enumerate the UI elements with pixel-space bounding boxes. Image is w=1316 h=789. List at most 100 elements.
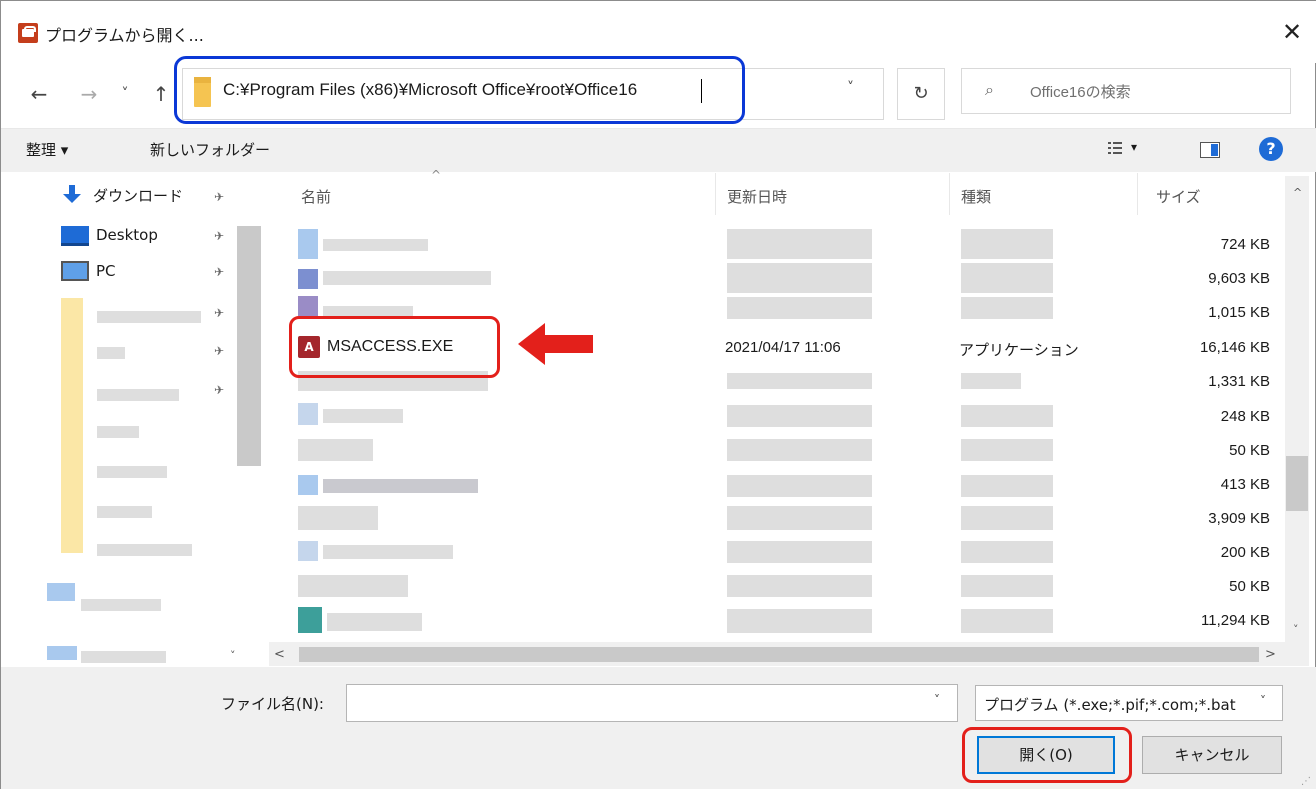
blurred-file-name — [323, 306, 413, 316]
blurred-file-icon — [298, 229, 318, 259]
blurred-file-type — [961, 297, 1053, 319]
file-list-vscrollbar[interactable] — [1285, 176, 1309, 642]
cancel-button[interactable]: キャンセル — [1142, 736, 1282, 774]
nav-item-pc[interactable]: PC — [96, 262, 116, 280]
blurred-file-name — [327, 613, 422, 631]
blurred-file-date — [727, 229, 872, 259]
column-header-type[interactable]: 種類 — [961, 186, 991, 207]
blurred-file-type — [961, 439, 1053, 461]
view-dropdown-icon[interactable]: ▾ — [1131, 140, 1137, 154]
file-type-filter[interactable]: プログラム (*.exe;*.pif;*.com;*.bat — [975, 685, 1283, 721]
file-size: 11,294 KB — [1201, 612, 1270, 629]
desktop-icon — [61, 226, 89, 246]
pc-icon — [61, 261, 89, 281]
column-header-modified[interactable]: 更新日時 — [727, 186, 787, 207]
blurred-file-icon — [298, 607, 322, 633]
blurred-file-date — [727, 575, 872, 597]
filename-label: ファイル名(N): — [221, 695, 324, 713]
scroll-down-icon[interactable]: ˅ — [1293, 623, 1299, 636]
column-divider[interactable] — [1137, 173, 1138, 215]
blurred-file-type — [961, 609, 1053, 633]
blurred-file-icon — [298, 541, 318, 561]
new-folder-button[interactable]: 新しいフォルダー — [150, 139, 270, 160]
address-dropdown-icon[interactable]: ˅ — [847, 80, 854, 96]
download-arrow-icon — [63, 185, 81, 203]
preview-pane-icon[interactable] — [1200, 142, 1220, 158]
blurred-nav-item — [81, 599, 161, 611]
blurred-nav-item — [97, 311, 201, 323]
address-highlight-annotation — [174, 56, 745, 124]
filename-dropdown-icon[interactable]: ˅ — [934, 693, 940, 707]
column-divider[interactable] — [949, 173, 950, 215]
column-header-size[interactable]: サイズ — [1156, 186, 1201, 207]
close-icon[interactable]: ✕ — [1277, 17, 1307, 47]
blurred-file-icon — [298, 296, 318, 316]
open-button-highlight-annotation — [962, 727, 1132, 783]
pin-icon: ✈ — [214, 190, 225, 204]
blurred-file-type — [961, 506, 1053, 530]
blurred-network-icon — [47, 646, 77, 660]
blurred-file-icon — [298, 403, 318, 425]
blurred-file-row — [298, 506, 378, 530]
file-size: 200 KB — [1220, 544, 1270, 561]
up-arrow-icon[interactable]: ↑ — [149, 81, 173, 107]
column-header-name[interactable]: 名前 — [301, 186, 331, 207]
blurred-file-date — [727, 405, 872, 427]
blurred-file-type — [961, 541, 1053, 563]
nav-item-desktop[interactable]: Desktop — [96, 226, 158, 244]
organize-menu[interactable]: 整理 ▾ — [26, 139, 68, 160]
history-chevron-icon[interactable]: ˅ — [113, 81, 137, 107]
pin-icon: ✈ — [214, 229, 225, 243]
file-type-msaccess: アプリケーション — [959, 341, 1079, 359]
pin-icon: ✈ — [214, 265, 225, 279]
file-size: 248 KB — [1220, 408, 1270, 425]
scroll-up-icon[interactable]: ^ — [1293, 186, 1302, 199]
blurred-file-date — [727, 297, 872, 319]
file-size: 1,015 KB — [1208, 304, 1270, 321]
view-options-icon[interactable] — [1107, 140, 1123, 156]
file-size: 1,331 KB — [1208, 373, 1270, 390]
column-divider[interactable] — [715, 173, 716, 215]
blurred-nav-item — [97, 389, 179, 401]
back-arrow-icon[interactable]: ← — [27, 81, 51, 107]
scroll-right-icon[interactable]: > — [1265, 647, 1276, 662]
blurred-file-name — [323, 239, 428, 251]
left-scroll-thumb[interactable] — [237, 226, 261, 466]
blurred-file-row — [298, 439, 373, 461]
file-size: 413 KB — [1220, 476, 1270, 493]
resize-grip-icon[interactable]: ⋰ — [1301, 776, 1311, 787]
forward-arrow-icon[interactable]: → — [77, 81, 101, 107]
blurred-file-date — [727, 506, 872, 530]
scroll-left-icon[interactable]: < — [274, 647, 285, 662]
refresh-icon[interactable]: ↻ — [897, 68, 945, 120]
filter-dropdown-icon[interactable]: ˅ — [1260, 694, 1266, 708]
blurred-nav-item — [97, 544, 192, 556]
blurred-file-type — [961, 405, 1053, 427]
window-title: プログラムから開く... — [45, 26, 204, 45]
file-size: 3,909 KB — [1208, 510, 1270, 527]
blurred-file-date — [727, 475, 872, 497]
blurred-file-name — [323, 545, 453, 559]
blurred-file-date — [727, 373, 872, 389]
blurred-file-type — [961, 475, 1053, 497]
file-size: 9,603 KB — [1208, 270, 1270, 287]
vscroll-thumb[interactable] — [1286, 456, 1308, 511]
blurred-folder-icons — [61, 298, 83, 553]
left-scroll-down-icon[interactable]: ˅ — [230, 649, 236, 662]
sort-ascending-icon: ^ — [431, 168, 442, 182]
blurred-file-date — [727, 609, 872, 633]
open-with-dialog: プログラムから開く... ✕ ← → ˅ ↑ C:¥Program Files … — [0, 0, 1316, 789]
nav-item-downloads[interactable]: ダウンロード — [93, 185, 183, 206]
search-icon: ⌕ — [985, 80, 994, 99]
hscroll-thumb[interactable] — [299, 647, 1259, 662]
blurred-file-name — [323, 479, 478, 493]
blurred-file-icon — [298, 269, 318, 289]
app-icon — [18, 23, 38, 43]
pin-icon: ✈ — [214, 306, 225, 320]
file-size: 724 KB — [1220, 236, 1270, 253]
blurred-file-type — [961, 373, 1021, 389]
filename-input[interactable] — [346, 684, 958, 722]
help-icon[interactable]: ? — [1259, 137, 1283, 161]
blurred-file-date — [727, 541, 872, 563]
search-placeholder: Office16の検索 — [1030, 84, 1131, 101]
